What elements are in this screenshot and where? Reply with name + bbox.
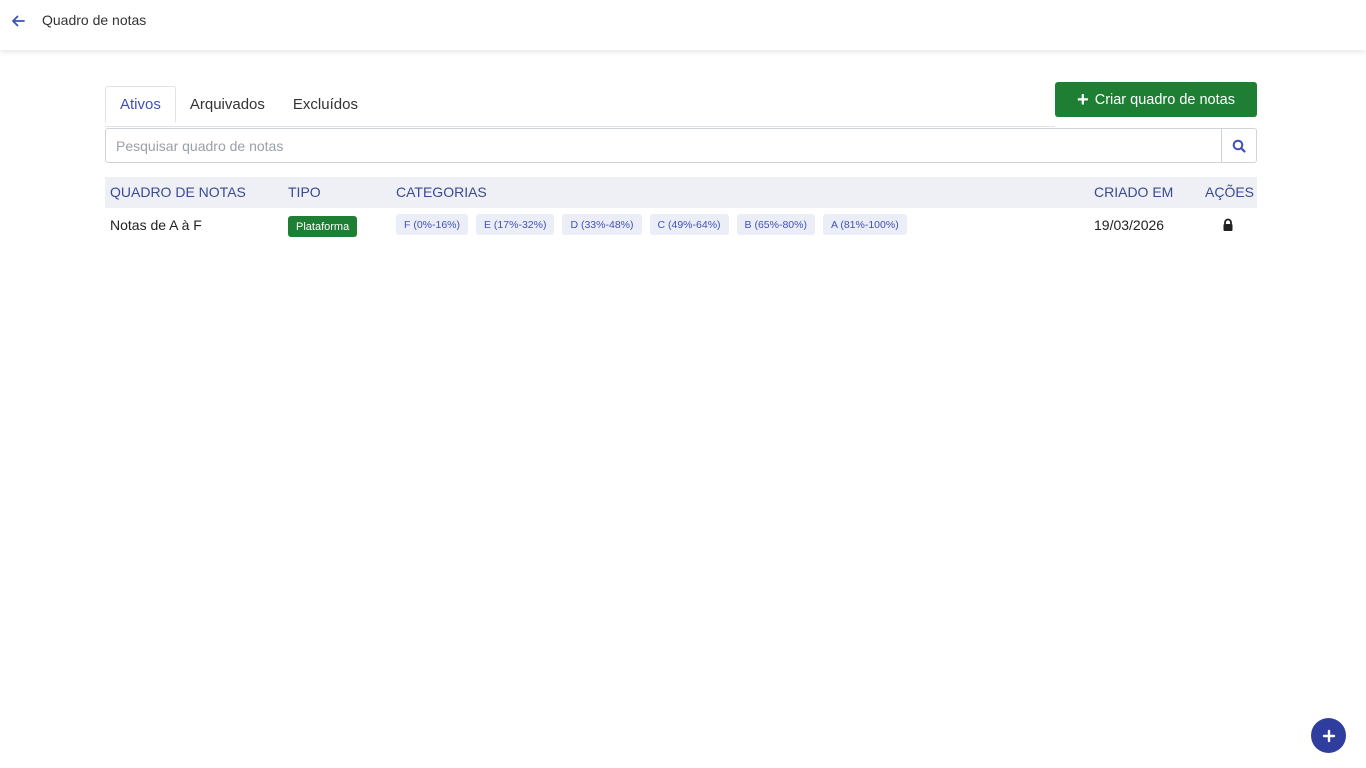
grade-boards-table: QUADRO DE NOTAS TIPO CATEGORIAS CRIADO E…: [105, 177, 1257, 242]
table-header: QUADRO DE NOTAS TIPO CATEGORIAS CRIADO E…: [105, 177, 1257, 208]
column-header-created: CRIADO EM: [1094, 184, 1174, 200]
tab-ativos[interactable]: Ativos: [105, 86, 176, 123]
created-date: 19/03/2026: [1094, 217, 1165, 233]
tab-bar: Ativos Arquivados Excluídos: [105, 86, 372, 126]
tab-excluidos[interactable]: Excluídos: [279, 86, 372, 123]
category-chip: B (65%-80%): [736, 214, 815, 235]
column-header-categories: CATEGORIAS: [396, 184, 487, 200]
plus-icon: [1322, 729, 1335, 742]
search-icon: [1232, 139, 1246, 153]
plus-icon: +: [1077, 88, 1089, 111]
search-button[interactable]: [1222, 128, 1257, 163]
arrow-left-icon: [12, 15, 25, 27]
search-bar: [105, 128, 1257, 163]
category-chip: A (81%-100%): [822, 214, 907, 235]
lock-icon[interactable]: [1221, 218, 1235, 232]
column-header-actions: AÇÕES: [1205, 184, 1255, 200]
column-header-type: TIPO: [288, 184, 321, 200]
tab-arquivados[interactable]: Arquivados: [176, 86, 279, 123]
search-input[interactable]: [105, 128, 1222, 163]
tab-divider: [105, 126, 1055, 127]
create-button-label: Criar quadro de notas: [1094, 91, 1235, 108]
type-badge: Plataforma: [288, 216, 358, 237]
category-chip: D (33%-48%): [562, 214, 642, 235]
floating-add-button[interactable]: [1311, 718, 1346, 753]
back-button[interactable]: [10, 13, 26, 29]
create-grade-board-button[interactable]: + Criar quadro de notas: [1055, 82, 1257, 117]
page-title: Quadro de notas: [42, 12, 147, 28]
category-chip: F (0%-16%): [396, 214, 469, 235]
category-list: F (0%-16%) E (17%-32%) D (33%-48%) C (49…: [396, 214, 907, 235]
top-bar: Quadro de notas: [0, 0, 1366, 50]
column-header-name: QUADRO DE NOTAS: [110, 184, 246, 200]
category-chip: E (17%-32%): [476, 214, 555, 235]
board-name: Notas de A à F: [110, 217, 202, 233]
category-chip: C (49%-64%): [649, 214, 729, 235]
